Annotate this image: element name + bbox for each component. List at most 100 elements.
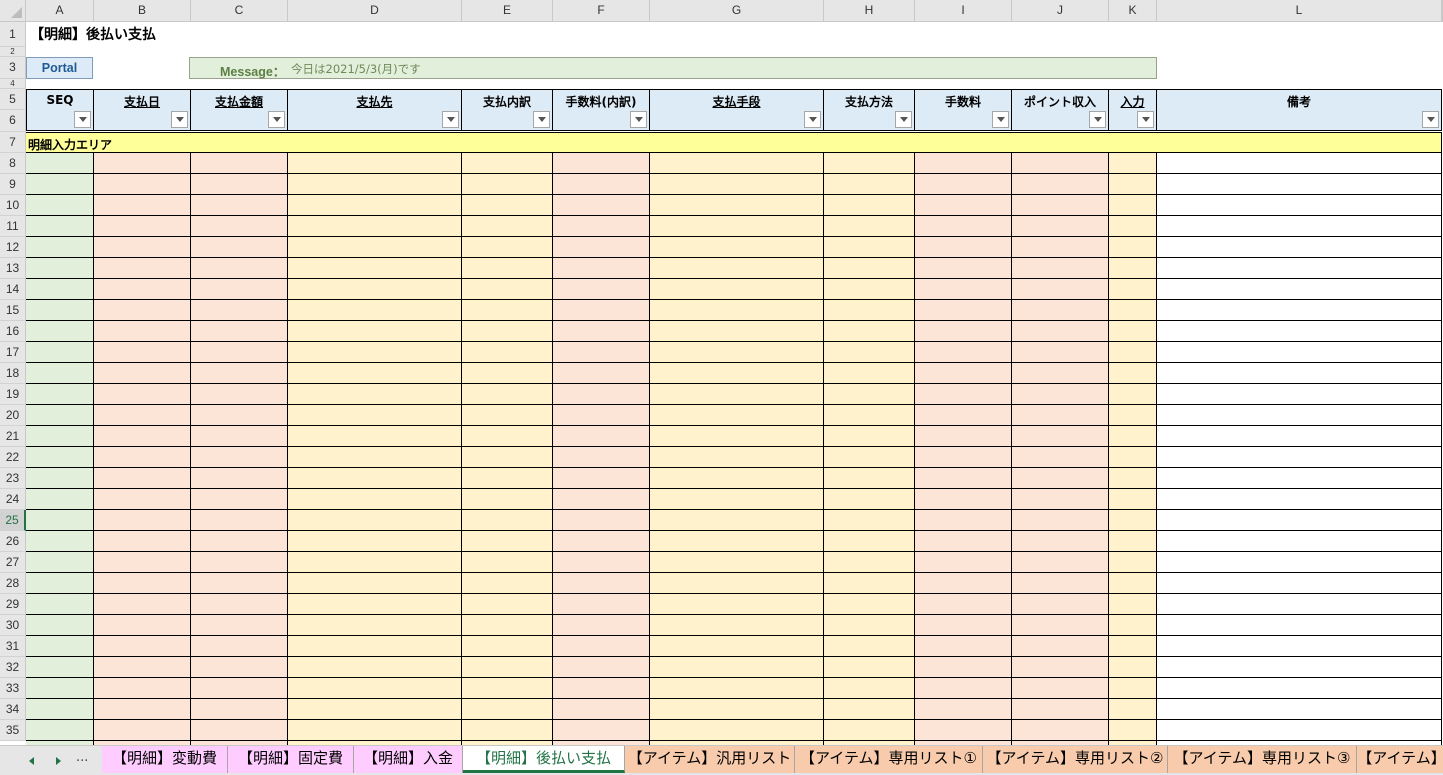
chevron-down-icon bbox=[997, 117, 1005, 122]
sheet-tab[interactable]: 【明細】後払い支払 bbox=[463, 746, 625, 773]
sheet-title: 【明細】後払い支払 bbox=[30, 27, 156, 43]
filter-dropdown-button[interactable] bbox=[1089, 111, 1106, 128]
filter-dropdown-button[interactable] bbox=[171, 111, 188, 128]
portal-button[interactable]: Portal bbox=[26, 57, 93, 79]
column-header[interactable]: B bbox=[94, 0, 191, 22]
table-header-cell[interactable]: 支払日 bbox=[94, 89, 191, 131]
row-header[interactable]: 8 bbox=[0, 153, 26, 174]
sheet-tab[interactable]: 【アイテム】汎用リスト bbox=[625, 746, 795, 773]
row-header[interactable]: 2 bbox=[0, 47, 26, 57]
sheet-tab[interactable]: 【明細】入金 bbox=[354, 746, 463, 773]
column-header[interactable]: A bbox=[26, 0, 94, 22]
table-header-cell[interactable]: 手数料 bbox=[915, 89, 1012, 131]
row-header[interactable]: 17 bbox=[0, 342, 26, 363]
filter-dropdown-button[interactable] bbox=[1137, 111, 1154, 128]
column-header[interactable]: K bbox=[1109, 0, 1157, 22]
chevron-down-icon bbox=[1094, 117, 1102, 122]
table-header-label: 支払日 bbox=[123, 95, 160, 109]
chevron-down-icon bbox=[900, 117, 908, 122]
column-header[interactable]: H bbox=[824, 0, 915, 22]
sheet-tab[interactable]: 【アイテム】専用リスト③ bbox=[1168, 746, 1357, 773]
column-header[interactable]: I bbox=[915, 0, 1012, 22]
row-header[interactable]: 6 bbox=[0, 110, 26, 132]
row-header[interactable]: 24 bbox=[0, 489, 26, 510]
row-header[interactable]: 32 bbox=[0, 657, 26, 678]
table-header-cell[interactable]: SEQ bbox=[26, 89, 94, 131]
table-header-label: 手数料(内訳) bbox=[565, 95, 637, 109]
row-header[interactable]: 28 bbox=[0, 573, 26, 594]
table-header-cell[interactable]: ポイント収入 bbox=[1012, 89, 1109, 131]
select-all-corner[interactable] bbox=[0, 0, 26, 22]
filter-dropdown-button[interactable] bbox=[268, 111, 285, 128]
row-header[interactable]: 34 bbox=[0, 699, 26, 720]
column-header[interactable]: J bbox=[1012, 0, 1109, 22]
row-gridline bbox=[26, 215, 1442, 216]
row-gridline bbox=[26, 677, 1442, 678]
column-header[interactable]: C bbox=[191, 0, 288, 22]
row-header[interactable]: 31 bbox=[0, 636, 26, 657]
row-header[interactable]: 7 bbox=[0, 132, 26, 153]
row-gridline bbox=[26, 719, 1442, 720]
filter-dropdown-button[interactable] bbox=[630, 111, 647, 128]
row-header[interactable]: 16 bbox=[0, 321, 26, 342]
spreadsheet-grid[interactable]: ABCDEFGHIJKL 1 2 3 4 5 6 7 8 9 10 11 12 13 14 15 16 17 18… bbox=[0, 0, 1443, 745]
sheet-tab[interactable]: 【アイテム】専用リスト② bbox=[983, 746, 1168, 773]
row-header[interactable]: 5 bbox=[0, 89, 26, 110]
row-header[interactable]: 23 bbox=[0, 468, 26, 489]
table-header-cell[interactable]: 入力 bbox=[1109, 89, 1157, 131]
filter-dropdown-button[interactable] bbox=[533, 111, 550, 128]
tab-scroll-right-button[interactable] bbox=[48, 753, 68, 769]
table-header-cell[interactable]: 手数料(内訳) bbox=[553, 89, 650, 131]
input-area-bar[interactable]: 明細入力エリア bbox=[26, 132, 1442, 153]
filter-dropdown-button[interactable] bbox=[804, 111, 821, 128]
column-header[interactable]: G bbox=[650, 0, 824, 22]
row-header[interactable]: 19 bbox=[0, 384, 26, 405]
sheet-tab[interactable]: 【明細】変動費 bbox=[102, 746, 228, 773]
table-header-label: 支払内訳 bbox=[482, 95, 531, 109]
row-header[interactable]: 20 bbox=[0, 405, 26, 426]
row-header[interactable]: 22 bbox=[0, 447, 26, 468]
table-header-cell[interactable]: 支払金額 bbox=[191, 89, 288, 131]
row-header[interactable]: 1 bbox=[0, 22, 26, 47]
table-header-label: 手数料 bbox=[944, 95, 981, 109]
row-header[interactable]: 25 bbox=[0, 510, 26, 531]
row-header[interactable]: 4 bbox=[0, 79, 26, 89]
table-header-cell[interactable]: 支払方法 bbox=[824, 89, 915, 131]
row-header[interactable]: 15 bbox=[0, 300, 26, 321]
row-header[interactable]: 13 bbox=[0, 258, 26, 279]
sheet-tab[interactable]: 【アイテム】 bbox=[1357, 746, 1443, 773]
row-gridline bbox=[26, 614, 1442, 615]
row-header[interactable]: 14 bbox=[0, 279, 26, 300]
table-header-cell[interactable]: 支払内訳 bbox=[462, 89, 553, 131]
tab-scroll-left-button[interactable] bbox=[22, 753, 42, 769]
row-header[interactable]: 18 bbox=[0, 363, 26, 384]
row-header[interactable]: 21 bbox=[0, 426, 26, 447]
column-header[interactable]: D bbox=[288, 0, 462, 22]
row-header[interactable]: 10 bbox=[0, 195, 26, 216]
row-header[interactable]: 9 bbox=[0, 174, 26, 195]
table-header-cell[interactable]: 備考 bbox=[1157, 89, 1442, 131]
row-header[interactable]: 12 bbox=[0, 237, 26, 258]
row-header[interactable]: 35 bbox=[0, 720, 26, 741]
column-header[interactable]: L bbox=[1157, 0, 1442, 22]
filter-dropdown-button[interactable] bbox=[442, 111, 459, 128]
row-header[interactable]: 30 bbox=[0, 615, 26, 636]
column-header[interactable]: F bbox=[553, 0, 650, 22]
row-gridline bbox=[26, 572, 1442, 573]
row-header[interactable]: 26 bbox=[0, 531, 26, 552]
column-header[interactable]: E bbox=[462, 0, 553, 22]
row-header[interactable]: 27 bbox=[0, 552, 26, 573]
sheet-tab[interactable]: 【アイテム】専用リスト① bbox=[795, 746, 983, 773]
filter-dropdown-button[interactable] bbox=[992, 111, 1009, 128]
row-header[interactable]: 29 bbox=[0, 594, 26, 615]
filter-dropdown-button[interactable] bbox=[895, 111, 912, 128]
sheet-tab[interactable]: 【明細】固定費 bbox=[228, 746, 354, 773]
more-tabs-ellipsis[interactable]: ... bbox=[76, 750, 88, 765]
row-header[interactable]: 33 bbox=[0, 678, 26, 699]
row-header[interactable]: 3 bbox=[0, 57, 26, 79]
filter-dropdown-button[interactable] bbox=[1422, 111, 1439, 128]
row-header[interactable]: 11 bbox=[0, 216, 26, 237]
table-header-cell[interactable]: 支払先 bbox=[288, 89, 462, 131]
table-header-cell[interactable]: 支払手段 bbox=[650, 89, 824, 131]
filter-dropdown-button[interactable] bbox=[74, 111, 91, 128]
